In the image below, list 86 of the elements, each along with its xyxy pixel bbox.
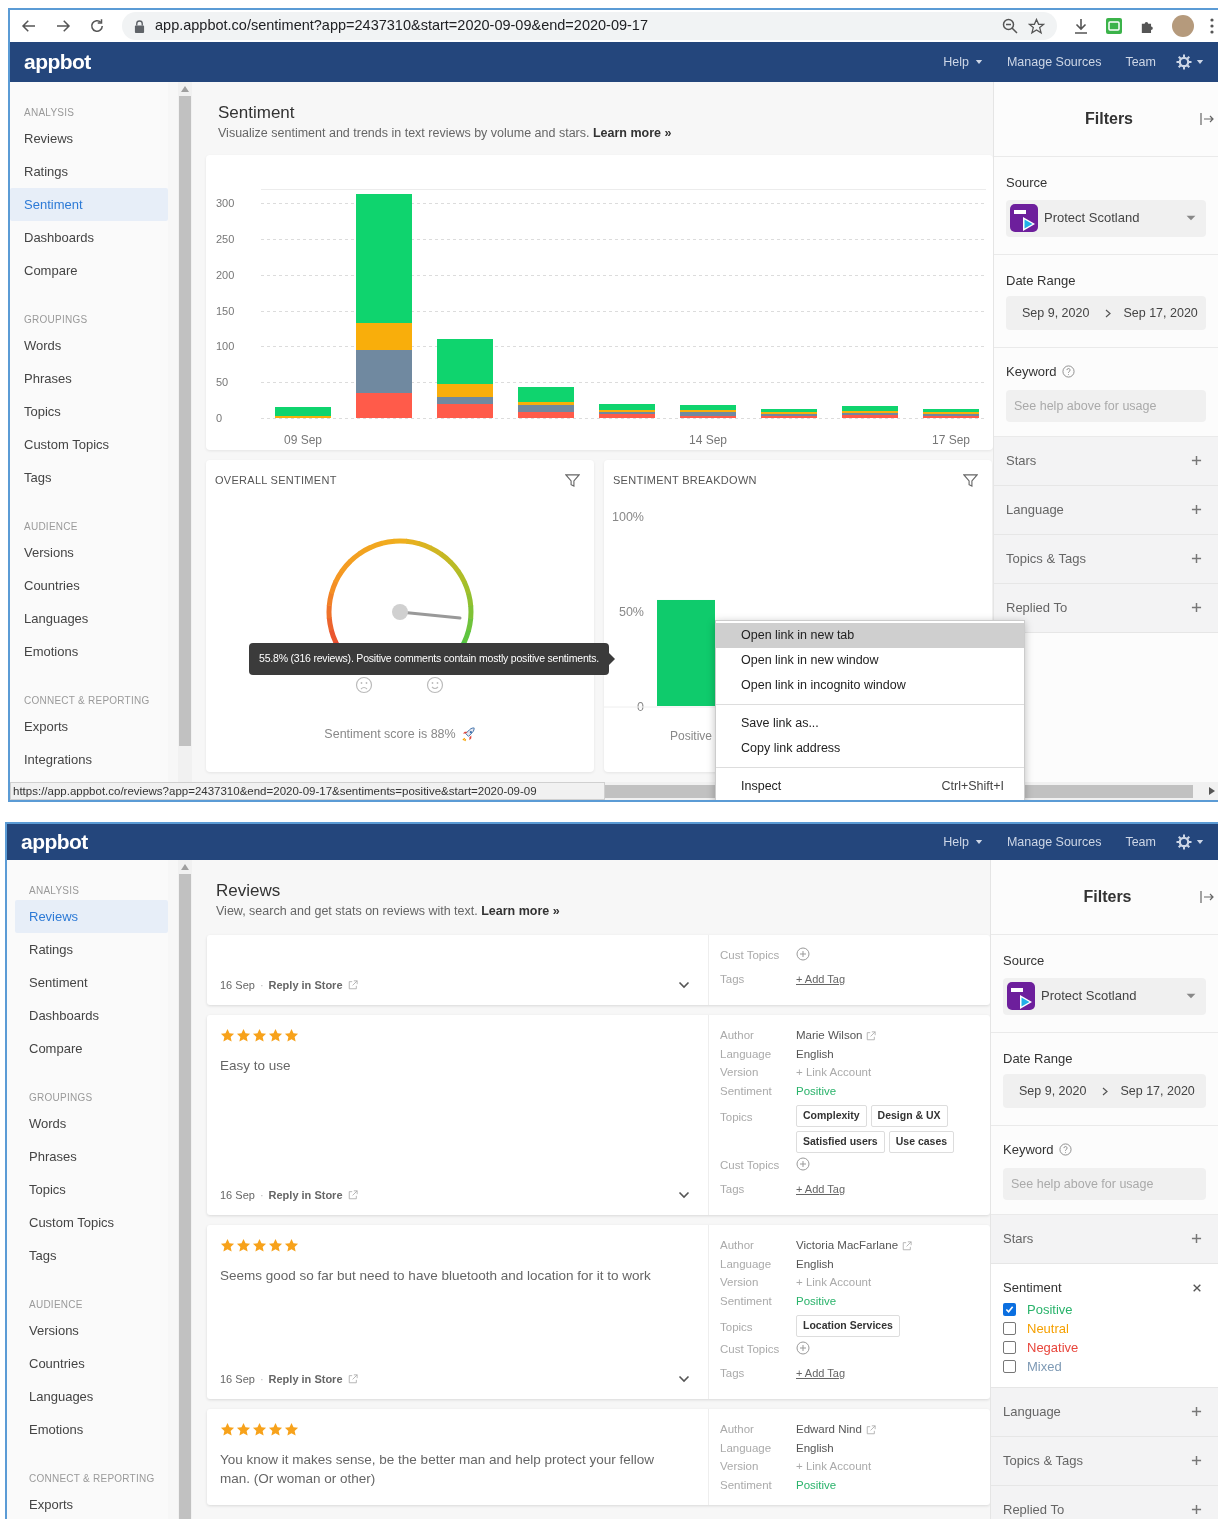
sidebar-heading: AUDIENCE <box>28 1297 84 1312</box>
meta-label: Cust Topics <box>720 1158 781 1173</box>
axis-label: 100 <box>216 340 235 353</box>
meta-label: Sentiment <box>720 1293 773 1309</box>
sidebar-heading: AUDIENCE <box>23 519 79 534</box>
meta-label: Language <box>720 1046 773 1062</box>
sidebar-heading: GROUPINGS <box>28 1090 94 1105</box>
axis-label: Positive <box>670 729 712 743</box>
meta-label: Author <box>720 1238 755 1253</box>
meta-label: Topics <box>720 1110 754 1125</box>
axis-label: 14 Sep <box>689 433 727 447</box>
separator: · <box>259 1187 264 1203</box>
filter-label: Keyword <box>1006 363 1057 381</box>
meta-label: Tags <box>720 1366 746 1381</box>
axis-label: 100% <box>612 510 644 524</box>
sentiment-score: Sentiment score is 88% <box>324 726 456 743</box>
card-title: OVERALL SENTIMENT <box>215 472 337 488</box>
meta-value: English <box>796 1046 834 1062</box>
filters-title: Filters <box>1082 887 1133 907</box>
sentiment-value: Positive <box>796 1083 837 1099</box>
axis-label: 09 Sep <box>284 433 322 447</box>
filter-label: Source <box>1006 174 1049 192</box>
meta-value: Marie Wilson <box>796 1028 863 1043</box>
sidebar-heading: ANALYSIS <box>28 883 81 898</box>
separator: · <box>259 977 264 993</box>
meta-label: Version <box>720 1275 760 1290</box>
filter-label: Language <box>1006 500 1065 519</box>
status-url: https://app.appbot.co/reviews?app=2437310&end=2020-09-17&sentiments=positive&start=2020-09-09 <box>10 782 605 800</box>
filters-title: Filters <box>1084 109 1134 129</box>
filter-label: Topics & Tags <box>1003 1451 1084 1470</box>
sentiment-value: Positive <box>796 1293 837 1309</box>
filter-label: Sentiment <box>1003 1278 1063 1297</box>
sentiment-value: Positive <box>796 1477 837 1493</box>
axis-label: 0 <box>637 700 644 714</box>
meta-label: Cust Topics <box>720 948 781 963</box>
meta-label: Author <box>720 1422 755 1437</box>
meta-value: English <box>796 1256 834 1272</box>
filter-label: Replied To <box>1003 1500 1066 1519</box>
meta-label: Tags <box>720 972 746 987</box>
filter-label: Date Range <box>1003 1049 1074 1068</box>
filter-label: Stars <box>1006 451 1038 470</box>
card-title: SENTIMENT BREAKDOWN <box>613 472 757 488</box>
axis-label: 200 <box>216 268 235 281</box>
page-title: Sentiment <box>218 102 296 124</box>
filter-label: Replied To <box>1006 598 1069 617</box>
axis-label: 150 <box>216 304 235 317</box>
review-text: Seems good so far but need to have bluetooth and location for it to work <box>220 1267 652 1285</box>
review-text: Easy to use <box>220 1057 292 1075</box>
meta-label: Sentiment <box>720 1083 773 1099</box>
sidebar-heading: ANALYSIS <box>23 105 76 120</box>
meta-label: Sentiment <box>720 1477 773 1493</box>
axis-label: 50% <box>618 605 644 619</box>
review-date: 16 Sep <box>220 977 255 993</box>
meta-value: Victoria MacFarlane <box>796 1238 899 1253</box>
filter-label: Keyword <box>1003 1141 1054 1159</box>
sidebar-heading: CONNECT & REPORTING <box>28 1471 156 1486</box>
review-date: 16 Sep <box>220 1187 255 1203</box>
meta-label: Version <box>720 1065 760 1080</box>
filter-label: Source <box>1003 952 1046 970</box>
meta-value: English <box>796 1440 834 1456</box>
axis-label: 50 <box>216 376 229 389</box>
filter-label: Topics & Tags <box>1006 549 1087 568</box>
meta-label: Tags <box>720 1182 746 1197</box>
filter-label: Language <box>1003 1402 1062 1421</box>
meta-label: Version <box>720 1459 760 1474</box>
tooltip: 55.8% (316 reviews). Positive comments contain mostly positive sentiments. <box>249 643 609 675</box>
sidebar-heading: CONNECT & REPORTING <box>23 693 151 708</box>
filter-label: Date Range <box>1006 271 1077 290</box>
meta-value: Edward Nind <box>796 1422 862 1437</box>
axis-label: 0 <box>216 412 223 424</box>
meta-label: Topics <box>720 1320 754 1335</box>
axis-label: 250 <box>216 232 235 245</box>
axis-label: 17 Sep <box>932 433 970 447</box>
axis-label: 300 <box>216 197 235 209</box>
sidebar-heading: GROUPINGS <box>23 312 89 327</box>
page-subtitle: Visualize sentiment and trends in text reviews by volume and stars. Learn more » <box>218 125 673 142</box>
meta-label: Language <box>720 1440 773 1456</box>
review-text: You know it makes sense, be the better man and help protect your fellow man. (Or woman or other) <box>220 1451 655 1488</box>
meta-label: Cust Topics <box>720 1342 781 1357</box>
meta-label: Language <box>720 1256 773 1272</box>
meta-label: Author <box>720 1028 755 1043</box>
filter-label: Stars <box>1003 1229 1035 1248</box>
review-date: 16 Sep <box>220 1371 255 1387</box>
page-subtitle: View, search and get stats on reviews with text. Learn more » <box>216 903 561 920</box>
page-title: Reviews <box>216 880 282 902</box>
separator: · <box>259 1371 264 1387</box>
